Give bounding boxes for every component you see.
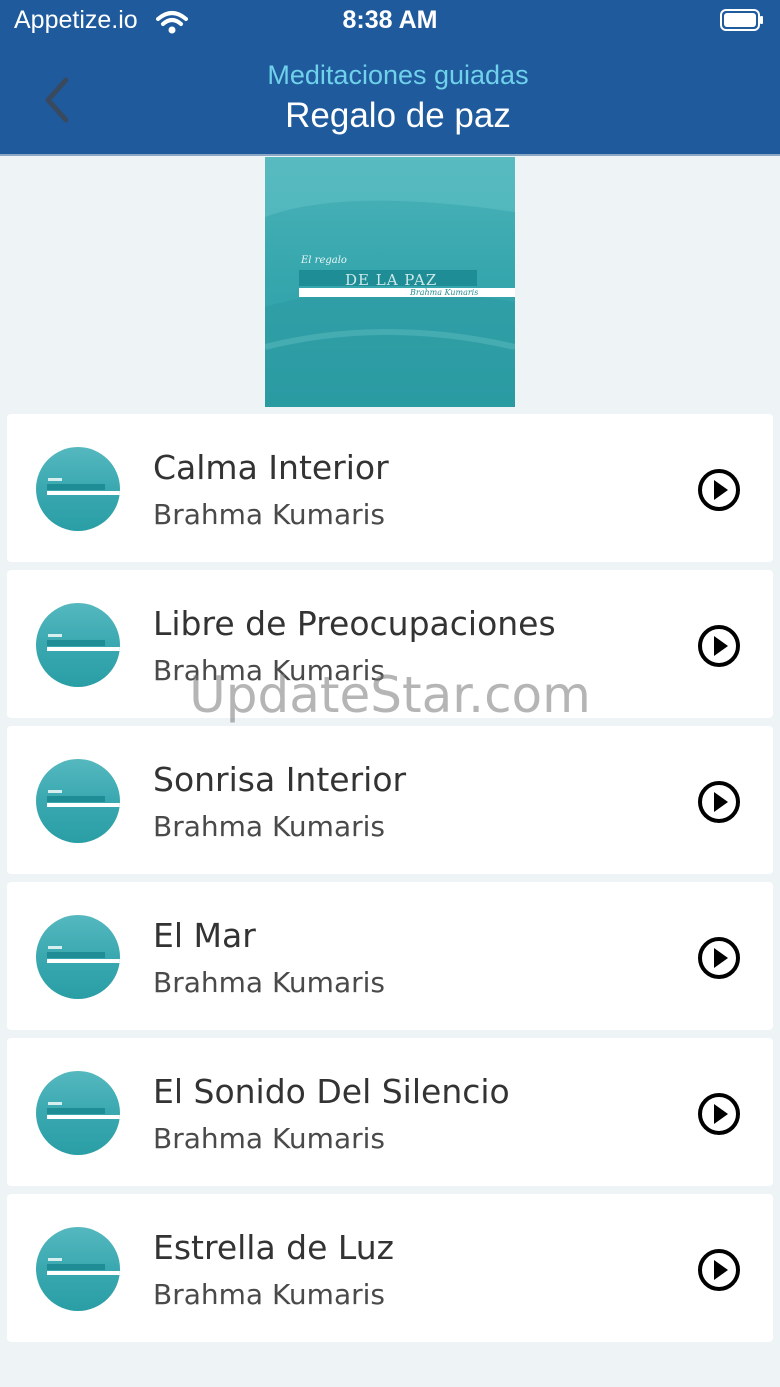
- list-item[interactable]: Calma Interior Brahma Kumaris: [7, 414, 773, 562]
- track-title: Libre de Preocupaciones: [153, 604, 556, 643]
- track-title: El Mar: [153, 916, 256, 955]
- list-item[interactable]: El Mar Brahma Kumaris: [7, 882, 773, 1030]
- track-title: El Sonido Del Silencio: [153, 1072, 510, 1111]
- battery-icon: [720, 9, 763, 31]
- page-title: Regalo de paz: [285, 96, 511, 135]
- clock: 8:38 AM: [342, 6, 438, 34]
- cover-white-strip: [299, 288, 515, 297]
- track-title: Estrella de Luz: [153, 1228, 394, 1267]
- album-cover: El regalo DE LA PAZ Brahma Kumaris: [265, 157, 515, 407]
- track-thumbnail: [36, 915, 120, 999]
- play-circle-icon[interactable]: [696, 623, 742, 669]
- track-thumbnail: [36, 603, 120, 687]
- play-circle-icon[interactable]: [696, 467, 742, 513]
- track-author: Brahma Kumaris: [153, 1122, 385, 1155]
- header-subtitle: Meditaciones guiadas: [267, 60, 529, 90]
- track-author: Brahma Kumaris: [153, 498, 385, 531]
- track-thumbnail: [36, 1227, 120, 1311]
- track-author: Brahma Kumaris: [153, 654, 385, 687]
- play-circle-icon[interactable]: [696, 1091, 742, 1137]
- cover-band-text: DE LA PAZ: [345, 271, 438, 289]
- track-thumbnail: [36, 1071, 120, 1155]
- nav-header: Appetize.io 8:38 AM Meditaciones guiadas…: [0, 0, 780, 156]
- track-author: Brahma Kumaris: [153, 810, 385, 843]
- list-item[interactable]: Sonrisa Interior Brahma Kumaris: [7, 726, 773, 874]
- track-thumbnail: [36, 759, 120, 843]
- track-list: Calma Interior Brahma Kumaris Libre de P…: [7, 414, 773, 1350]
- list-item[interactable]: Estrella de Luz Brahma Kumaris: [7, 1194, 773, 1342]
- cover-author: Brahma Kumaris: [410, 288, 479, 297]
- track-title: Calma Interior: [153, 448, 389, 487]
- track-thumbnail: [36, 447, 120, 531]
- status-bar: Appetize.io 8:38 AM: [0, 0, 780, 44]
- list-item[interactable]: El Sonido Del Silencio Brahma Kumaris: [7, 1038, 773, 1186]
- play-circle-icon[interactable]: [696, 779, 742, 825]
- list-item[interactable]: Libre de Preocupaciones Brahma Kumaris: [7, 570, 773, 718]
- track-author: Brahma Kumaris: [153, 966, 385, 999]
- track-title: Sonrisa Interior: [153, 760, 407, 799]
- play-circle-icon[interactable]: [696, 935, 742, 981]
- cover-small-text: El regalo: [301, 255, 347, 266]
- track-author: Brahma Kumaris: [153, 1278, 385, 1311]
- play-circle-icon[interactable]: [696, 1247, 742, 1293]
